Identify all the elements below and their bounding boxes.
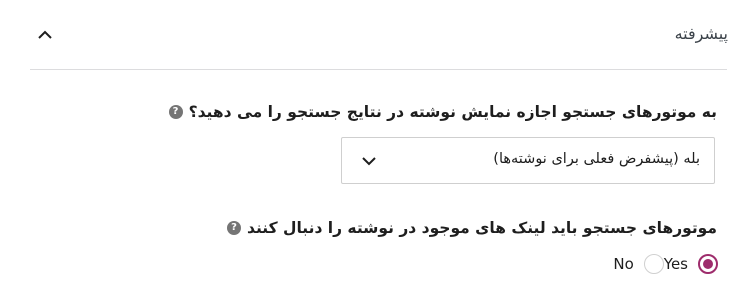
index-select[interactable]: بله (پیشفرض فعلی برای نوشته‌ها)	[341, 137, 715, 184]
radio-no[interactable]	[643, 254, 664, 274]
panel-title: پیشرفته	[674, 24, 728, 43]
radio-yes[interactable]	[698, 254, 718, 274]
collapse-button[interactable]	[30, 20, 60, 50]
radio-option-yes[interactable]: Yes	[664, 254, 718, 274]
chevron-down-icon	[362, 157, 376, 166]
header-divider	[30, 69, 727, 70]
follow-question: موتورهای جستجو باید لینک های موجود در نو…	[227, 219, 717, 237]
index-select-value: بله (پیشفرض فعلی برای نوشته‌ها)	[493, 151, 700, 167]
index-question: به موتورهای جستجو اجازه نمایش نوشته در ن…	[168, 103, 717, 121]
help-icon[interactable]: ?	[227, 221, 242, 235]
radio-label-no: No	[613, 255, 634, 273]
index-question-label: به موتورهای جستجو اجازه نمایش نوشته در ن…	[188, 103, 717, 121]
radio-option-no[interactable]: No	[613, 254, 664, 274]
radio-label-yes: Yes	[663, 255, 688, 273]
chevron-up-icon	[38, 30, 52, 39]
follow-question-label: موتورهای جستجو باید لینک های موجود در نو…	[247, 219, 717, 237]
advanced-panel-header: پیشرفته	[0, 0, 743, 70]
follow-radio-group: Yes No	[587, 252, 718, 276]
help-icon[interactable]: ?	[168, 105, 183, 119]
